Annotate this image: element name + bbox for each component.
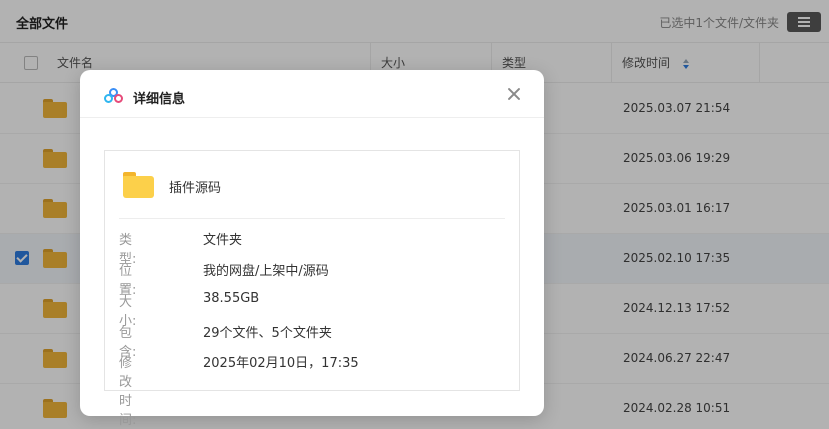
info-value: 29个文件、5个文件夹 [203, 326, 332, 341]
details-dialog: 详细信息 插件源码 类型: 文件夹 位置: 我的网盘/上架中/源码 大小: 38… [80, 70, 544, 428]
info-value: 我的网盘/上架中/源码 [203, 264, 329, 279]
info-value: 2025年02月10日，17:35 [203, 356, 359, 371]
dialog-header: 详细信息 [80, 70, 544, 118]
info-value: 文件夹 [203, 233, 243, 248]
file-info-header: 插件源码 [119, 151, 505, 219]
close-icon[interactable] [506, 86, 522, 102]
file-name: 插件源码 [169, 181, 222, 196]
info-value: 38.55GB [203, 291, 260, 306]
file-info-panel: 插件源码 类型: 文件夹 位置: 我的网盘/上架中/源码 大小: 38.55GB… [104, 150, 520, 428]
dialog-title: 详细信息 [133, 92, 186, 107]
cloud-logo-icon [104, 88, 124, 104]
folder-icon [123, 172, 154, 198]
info-label: 修改时间: [119, 356, 137, 428]
